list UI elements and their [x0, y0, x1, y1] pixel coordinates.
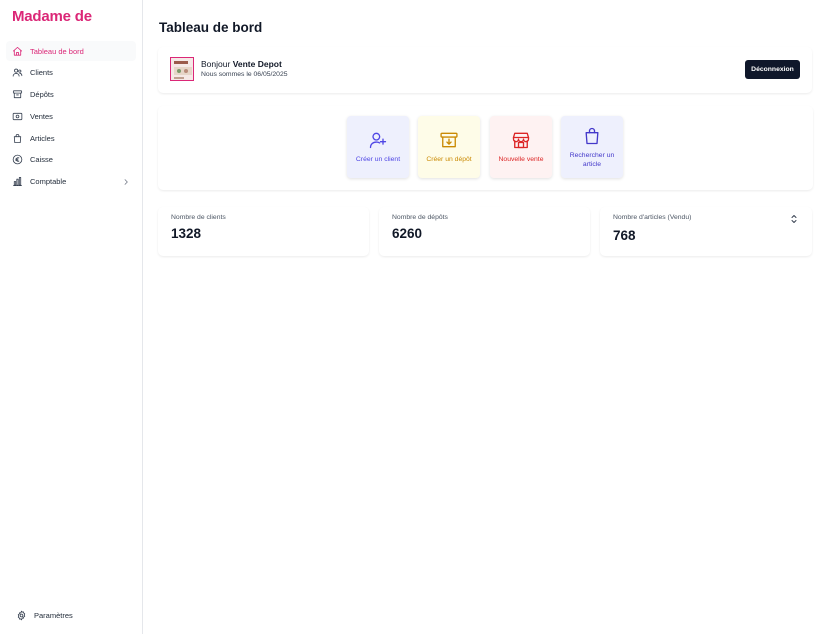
- banknote-icon: [12, 112, 23, 121]
- bar-chart-icon: [12, 177, 23, 187]
- sidebar-nav: Tableau de bord Clients Dépôts Ventes Ar…: [6, 41, 136, 194]
- stat-label: Nombre d'articles (Vendu): [613, 214, 692, 221]
- shopping-bag-icon: [13, 133, 22, 143]
- sidebar: Madame de Tableau de bord Clients Dépôts…: [0, 0, 143, 634]
- action-label: Créer un dépôt: [426, 156, 472, 163]
- logout-button[interactable]: Déconnexion: [745, 60, 800, 79]
- action-label: Créer un client: [355, 156, 401, 163]
- chevron-right-icon[interactable]: [122, 178, 130, 186]
- gear-icon: [17, 610, 26, 621]
- shopping-bag-icon: [585, 127, 599, 144]
- avatar-image-icon: [171, 58, 193, 80]
- sidebar-item-tableau-de-bord[interactable]: Tableau de bord: [6, 41, 136, 61]
- settings-label: Paramètres: [34, 611, 73, 620]
- archive-download-icon: [440, 132, 458, 148]
- current-date: Nous sommes le 06/05/2025: [201, 71, 288, 78]
- stat-value: 1328: [171, 226, 202, 241]
- search-article-button[interactable]: Rechercher un article: [561, 116, 623, 178]
- storefront-icon: [512, 132, 530, 149]
- sidebar-item-caisse[interactable]: Caisse: [6, 150, 136, 170]
- euro-icon: [12, 155, 23, 165]
- sidebar-item-ventes[interactable]: Ventes: [6, 106, 136, 126]
- stat-value: 6260: [392, 226, 423, 241]
- sidebar-item-articles[interactable]: Articles: [6, 128, 136, 148]
- user-plus-icon: [369, 132, 387, 149]
- sidebar-item-label: Ventes: [30, 111, 53, 121]
- stat-value: 768: [613, 228, 636, 243]
- archive-box-icon: [12, 90, 23, 99]
- sidebar-item-label: Caisse: [30, 155, 53, 165]
- avatar: [170, 57, 194, 81]
- users-icon: [12, 68, 23, 77]
- create-client-button[interactable]: Créer un client: [347, 116, 409, 178]
- sidebar-item-label: Comptable: [30, 177, 67, 187]
- greeting-line: Bonjour Vente Depot: [201, 59, 282, 69]
- sidebar-item-label: Dépôts: [30, 90, 54, 100]
- action-label: Nouvelle vente: [498, 156, 544, 163]
- home-icon: [12, 46, 23, 56]
- welcome-card: Bonjour Vente Depot Nous sommes le 06/05…: [158, 47, 812, 93]
- sidebar-item-label: Tableau de bord: [30, 46, 84, 56]
- stat-card-clients: Nombre de clients 1328: [158, 207, 369, 256]
- chevron-up-down-icon[interactable]: [790, 214, 798, 224]
- stat-label: Nombre de dépôts: [392, 214, 448, 221]
- sidebar-item-clients[interactable]: Clients: [6, 63, 136, 83]
- sidebar-item-label: Articles: [30, 133, 55, 143]
- stat-card-articles-sold: Nombre d'articles (Vendu) 768: [600, 207, 812, 256]
- sidebar-item-label: Clients: [30, 68, 53, 78]
- stat-label: Nombre de clients: [171, 214, 226, 221]
- sidebar-item-depots[interactable]: Dépôts: [6, 85, 136, 105]
- action-label: Rechercher un article: [569, 151, 615, 168]
- quick-actions-card: Créer un client Créer un dépôt Nouvelle …: [158, 106, 813, 190]
- sidebar-item-comptable[interactable]: Comptable: [6, 172, 136, 192]
- settings-link[interactable]: Paramètres: [16, 610, 73, 621]
- greeting-text: Bonjour: [201, 59, 231, 69]
- stat-card-depots: Nombre de dépôts 6260: [379, 207, 590, 256]
- user-name: Vente Depot: [232, 59, 282, 69]
- brand-logo[interactable]: Madame de: [12, 8, 92, 25]
- create-depot-button[interactable]: Créer un dépôt: [418, 116, 480, 178]
- new-sale-button[interactable]: Nouvelle vente: [490, 116, 552, 178]
- page-title: Tableau de bord: [159, 20, 263, 35]
